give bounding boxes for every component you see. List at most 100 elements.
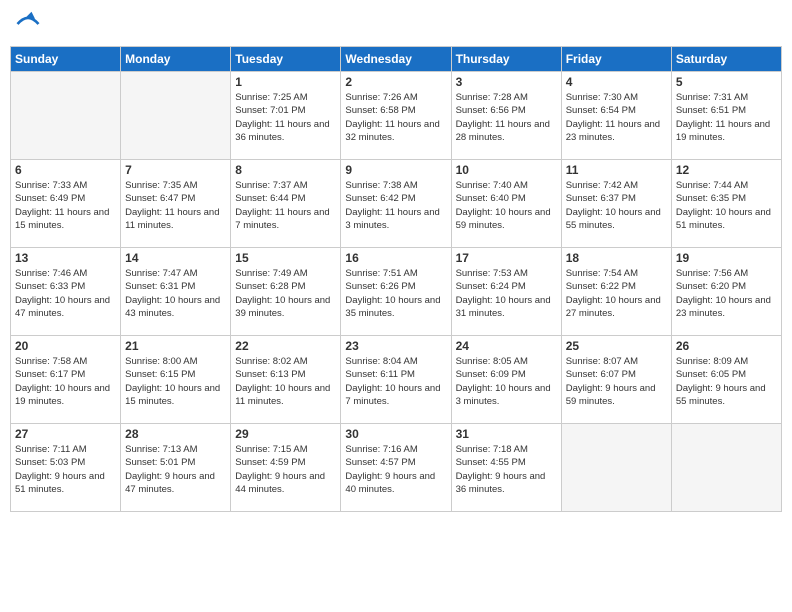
calendar-cell: 24 Sunrise: 8:05 AM Sunset: 6:09 PM Dayli… [451, 336, 561, 424]
calendar-cell: 5Sunrise: 7:31 AM Sunset: 6:51 PM Daylig… [671, 72, 781, 160]
day-info: Sunrise: 7:25 AM Sunset: 7:01 PM Dayligh… [235, 91, 336, 144]
calendar-cell [671, 424, 781, 512]
day-number: 18 [566, 251, 667, 265]
calendar-cell: 23 Sunrise: 8:04 AM Sunset: 6:11 PM Dayli… [341, 336, 451, 424]
calendar-cell: 21Sunrise: 8:00 AM Sunset: 6:15 PM Dayli… [121, 336, 231, 424]
day-info: Sunrise: 7:46 AM Sunset: 6:33 PM Dayligh… [15, 267, 116, 320]
day-number: 12 [676, 163, 777, 177]
week-row-3: 13 Sunrise: 7:46 AM Sunset: 6:33 PM Dayli… [11, 248, 782, 336]
calendar-cell: 25Sunrise: 8:07 AM Sunset: 6:07 PM Dayli… [561, 336, 671, 424]
day-info: Sunrise: 8:05 AM Sunset: 6:09 PM Dayligh… [456, 355, 557, 408]
calendar-cell: 27 Sunrise: 7:11 AM Sunset: 5:03 PM Dayli… [11, 424, 121, 512]
day-number: 5 [676, 75, 777, 89]
calendar-header-row: SundayMondayTuesdayWednesdayThursdayFrid… [11, 47, 782, 72]
logo [14, 10, 46, 38]
day-info: Sunrise: 7:58 AM Sunset: 6:17 PM Dayligh… [15, 355, 116, 408]
calendar-cell: 20 Sunrise: 7:58 AM Sunset: 6:17 PM Dayli… [11, 336, 121, 424]
day-number: 7 [125, 163, 226, 177]
day-info: Sunrise: 7:15 AM Sunset: 4:59 PM Dayligh… [235, 443, 336, 496]
day-info: Sunrise: 8:09 AM Sunset: 6:05 PM Dayligh… [676, 355, 777, 408]
calendar-cell: 9 Sunrise: 7:38 AM Sunset: 6:42 PM Daylig… [341, 160, 451, 248]
day-info: Sunrise: 7:33 AM Sunset: 6:49 PM Dayligh… [15, 179, 116, 232]
col-header-wednesday: Wednesday [341, 47, 451, 72]
calendar-cell: 6 Sunrise: 7:33 AM Sunset: 6:49 PM Daylig… [11, 160, 121, 248]
day-number: 4 [566, 75, 667, 89]
day-info: Sunrise: 7:49 AM Sunset: 6:28 PM Dayligh… [235, 267, 336, 320]
day-number: 9 [345, 163, 446, 177]
day-number: 31 [456, 427, 557, 441]
calendar-cell: 15 Sunrise: 7:49 AM Sunset: 6:28 PM Dayli… [231, 248, 341, 336]
day-info: Sunrise: 7:47 AM Sunset: 6:31 PM Dayligh… [125, 267, 226, 320]
calendar-cell: 26Sunrise: 8:09 AM Sunset: 6:05 PM Dayli… [671, 336, 781, 424]
col-header-saturday: Saturday [671, 47, 781, 72]
col-header-sunday: Sunday [11, 47, 121, 72]
calendar-cell [121, 72, 231, 160]
day-number: 28 [125, 427, 226, 441]
calendar-cell: 22 Sunrise: 8:02 AM Sunset: 6:13 PM Dayli… [231, 336, 341, 424]
day-number: 11 [566, 163, 667, 177]
day-number: 20 [15, 339, 116, 353]
calendar-cell: 10 Sunrise: 7:40 AM Sunset: 6:40 PM Dayli… [451, 160, 561, 248]
calendar-cell: 8 Sunrise: 7:37 AM Sunset: 6:44 PM Daylig… [231, 160, 341, 248]
calendar-cell: 7Sunrise: 7:35 AM Sunset: 6:47 PM Daylig… [121, 160, 231, 248]
day-info: Sunrise: 7:44 AM Sunset: 6:35 PM Dayligh… [676, 179, 777, 232]
calendar-cell: 14Sunrise: 7:47 AM Sunset: 6:31 PM Dayli… [121, 248, 231, 336]
header [10, 10, 782, 38]
day-number: 6 [15, 163, 116, 177]
col-header-thursday: Thursday [451, 47, 561, 72]
calendar-cell [11, 72, 121, 160]
day-info: Sunrise: 7:26 AM Sunset: 6:58 PM Dayligh… [345, 91, 446, 144]
calendar-cell: 1Sunrise: 7:25 AM Sunset: 7:01 PM Daylig… [231, 72, 341, 160]
day-number: 10 [456, 163, 557, 177]
col-header-monday: Monday [121, 47, 231, 72]
calendar-cell: 16 Sunrise: 7:51 AM Sunset: 6:26 PM Dayli… [341, 248, 451, 336]
day-info: Sunrise: 7:40 AM Sunset: 6:40 PM Dayligh… [456, 179, 557, 232]
calendar-cell: 29 Sunrise: 7:15 AM Sunset: 4:59 PM Dayli… [231, 424, 341, 512]
calendar-cell: 28 Sunrise: 7:13 AM Sunset: 5:01 PM Dayli… [121, 424, 231, 512]
calendar-cell: 17 Sunrise: 7:53 AM Sunset: 6:24 PM Dayli… [451, 248, 561, 336]
calendar-cell: 19Sunrise: 7:56 AM Sunset: 6:20 PM Dayli… [671, 248, 781, 336]
day-number: 24 [456, 339, 557, 353]
day-number: 13 [15, 251, 116, 265]
day-number: 16 [345, 251, 446, 265]
day-number: 29 [235, 427, 336, 441]
calendar-cell: 11 Sunrise: 7:42 AM Sunset: 6:37 PM Dayli… [561, 160, 671, 248]
day-info: Sunrise: 7:13 AM Sunset: 5:01 PM Dayligh… [125, 443, 226, 496]
day-info: Sunrise: 8:04 AM Sunset: 6:11 PM Dayligh… [345, 355, 446, 408]
day-info: Sunrise: 8:02 AM Sunset: 6:13 PM Dayligh… [235, 355, 336, 408]
calendar-cell [561, 424, 671, 512]
calendar-cell: 31 Sunrise: 7:18 AM Sunset: 4:55 PM Dayli… [451, 424, 561, 512]
day-info: Sunrise: 7:53 AM Sunset: 6:24 PM Dayligh… [456, 267, 557, 320]
calendar-cell: 30 Sunrise: 7:16 AM Sunset: 4:57 PM Dayli… [341, 424, 451, 512]
day-number: 2 [345, 75, 446, 89]
day-number: 23 [345, 339, 446, 353]
calendar-cell: 18Sunrise: 7:54 AM Sunset: 6:22 PM Dayli… [561, 248, 671, 336]
calendar-cell: 13 Sunrise: 7:46 AM Sunset: 6:33 PM Dayli… [11, 248, 121, 336]
day-info: Sunrise: 7:18 AM Sunset: 4:55 PM Dayligh… [456, 443, 557, 496]
calendar-cell: 4 Sunrise: 7:30 AM Sunset: 6:54 PM Daylig… [561, 72, 671, 160]
day-info: Sunrise: 7:51 AM Sunset: 6:26 PM Dayligh… [345, 267, 446, 320]
day-info: Sunrise: 7:42 AM Sunset: 6:37 PM Dayligh… [566, 179, 667, 232]
day-number: 30 [345, 427, 446, 441]
day-info: Sunrise: 7:56 AM Sunset: 6:20 PM Dayligh… [676, 267, 777, 320]
day-number: 8 [235, 163, 336, 177]
logo-icon [14, 10, 42, 38]
week-row-2: 6 Sunrise: 7:33 AM Sunset: 6:49 PM Daylig… [11, 160, 782, 248]
calendar-cell: 3Sunrise: 7:28 AM Sunset: 6:56 PM Daylig… [451, 72, 561, 160]
col-header-tuesday: Tuesday [231, 47, 341, 72]
day-number: 27 [15, 427, 116, 441]
day-info: Sunrise: 8:07 AM Sunset: 6:07 PM Dayligh… [566, 355, 667, 408]
day-info: Sunrise: 7:38 AM Sunset: 6:42 PM Dayligh… [345, 179, 446, 232]
day-info: Sunrise: 7:37 AM Sunset: 6:44 PM Dayligh… [235, 179, 336, 232]
day-number: 3 [456, 75, 557, 89]
day-number: 17 [456, 251, 557, 265]
day-info: Sunrise: 8:00 AM Sunset: 6:15 PM Dayligh… [125, 355, 226, 408]
day-info: Sunrise: 7:30 AM Sunset: 6:54 PM Dayligh… [566, 91, 667, 144]
day-number: 22 [235, 339, 336, 353]
week-row-1: 1Sunrise: 7:25 AM Sunset: 7:01 PM Daylig… [11, 72, 782, 160]
day-number: 15 [235, 251, 336, 265]
day-info: Sunrise: 7:11 AM Sunset: 5:03 PM Dayligh… [15, 443, 116, 496]
calendar-cell: 12 Sunrise: 7:44 AM Sunset: 6:35 PM Dayli… [671, 160, 781, 248]
col-header-friday: Friday [561, 47, 671, 72]
day-info: Sunrise: 7:16 AM Sunset: 4:57 PM Dayligh… [345, 443, 446, 496]
